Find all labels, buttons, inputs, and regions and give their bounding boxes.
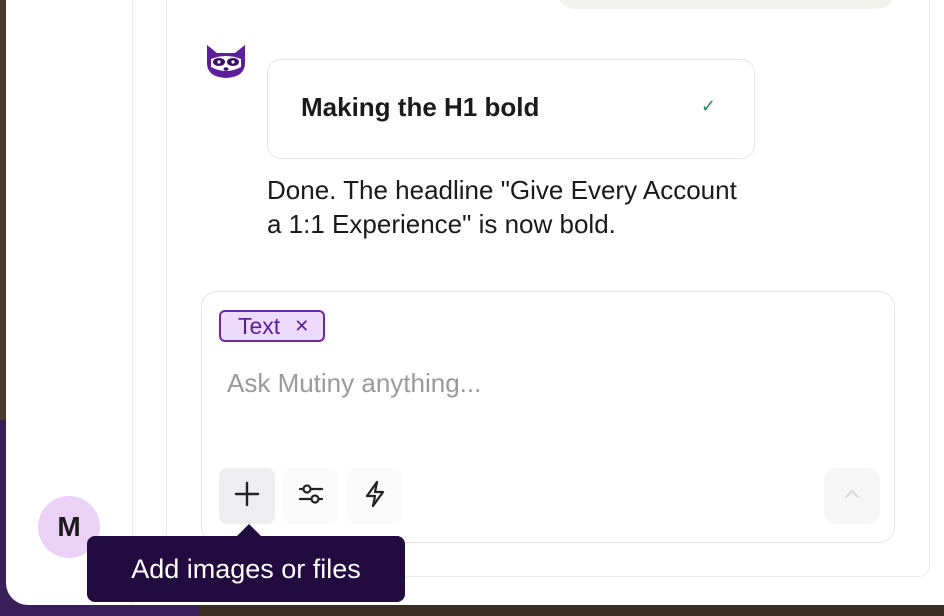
tooltip: Add images or files (87, 536, 405, 602)
reply-fade-overlay (267, 237, 747, 271)
raccoon-icon (203, 41, 249, 79)
context-chip: Text ✕ (219, 310, 326, 342)
sidebar-divider (132, 0, 133, 605)
step-card: Making the H1 bold ✓ (267, 59, 755, 159)
add-files-button[interactable] (219, 468, 275, 524)
plus-icon (234, 481, 260, 512)
message-composer: Text ✕ (201, 291, 895, 543)
chevron-up-icon (843, 487, 861, 505)
prompt-input[interactable] (225, 362, 869, 404)
lightning-icon (362, 480, 388, 513)
app-window: Making the H1 bold ✓ Done. The headline … (6, 0, 944, 605)
close-icon[interactable]: ✕ (294, 316, 309, 337)
settings-sliders-button[interactable] (283, 468, 339, 524)
chat-panel: Making the H1 bold ✓ Done. The headline … (166, 0, 930, 577)
send-button[interactable] (824, 468, 880, 524)
check-icon: ✓ (700, 96, 716, 116)
user-message-bubble (557, 0, 895, 9)
step-title: Making the H1 bold (301, 92, 540, 122)
chip-label: Text (238, 312, 281, 339)
sliders-icon (297, 480, 325, 513)
quick-actions-button[interactable] (347, 468, 403, 524)
tooltip-arrow (237, 524, 261, 536)
